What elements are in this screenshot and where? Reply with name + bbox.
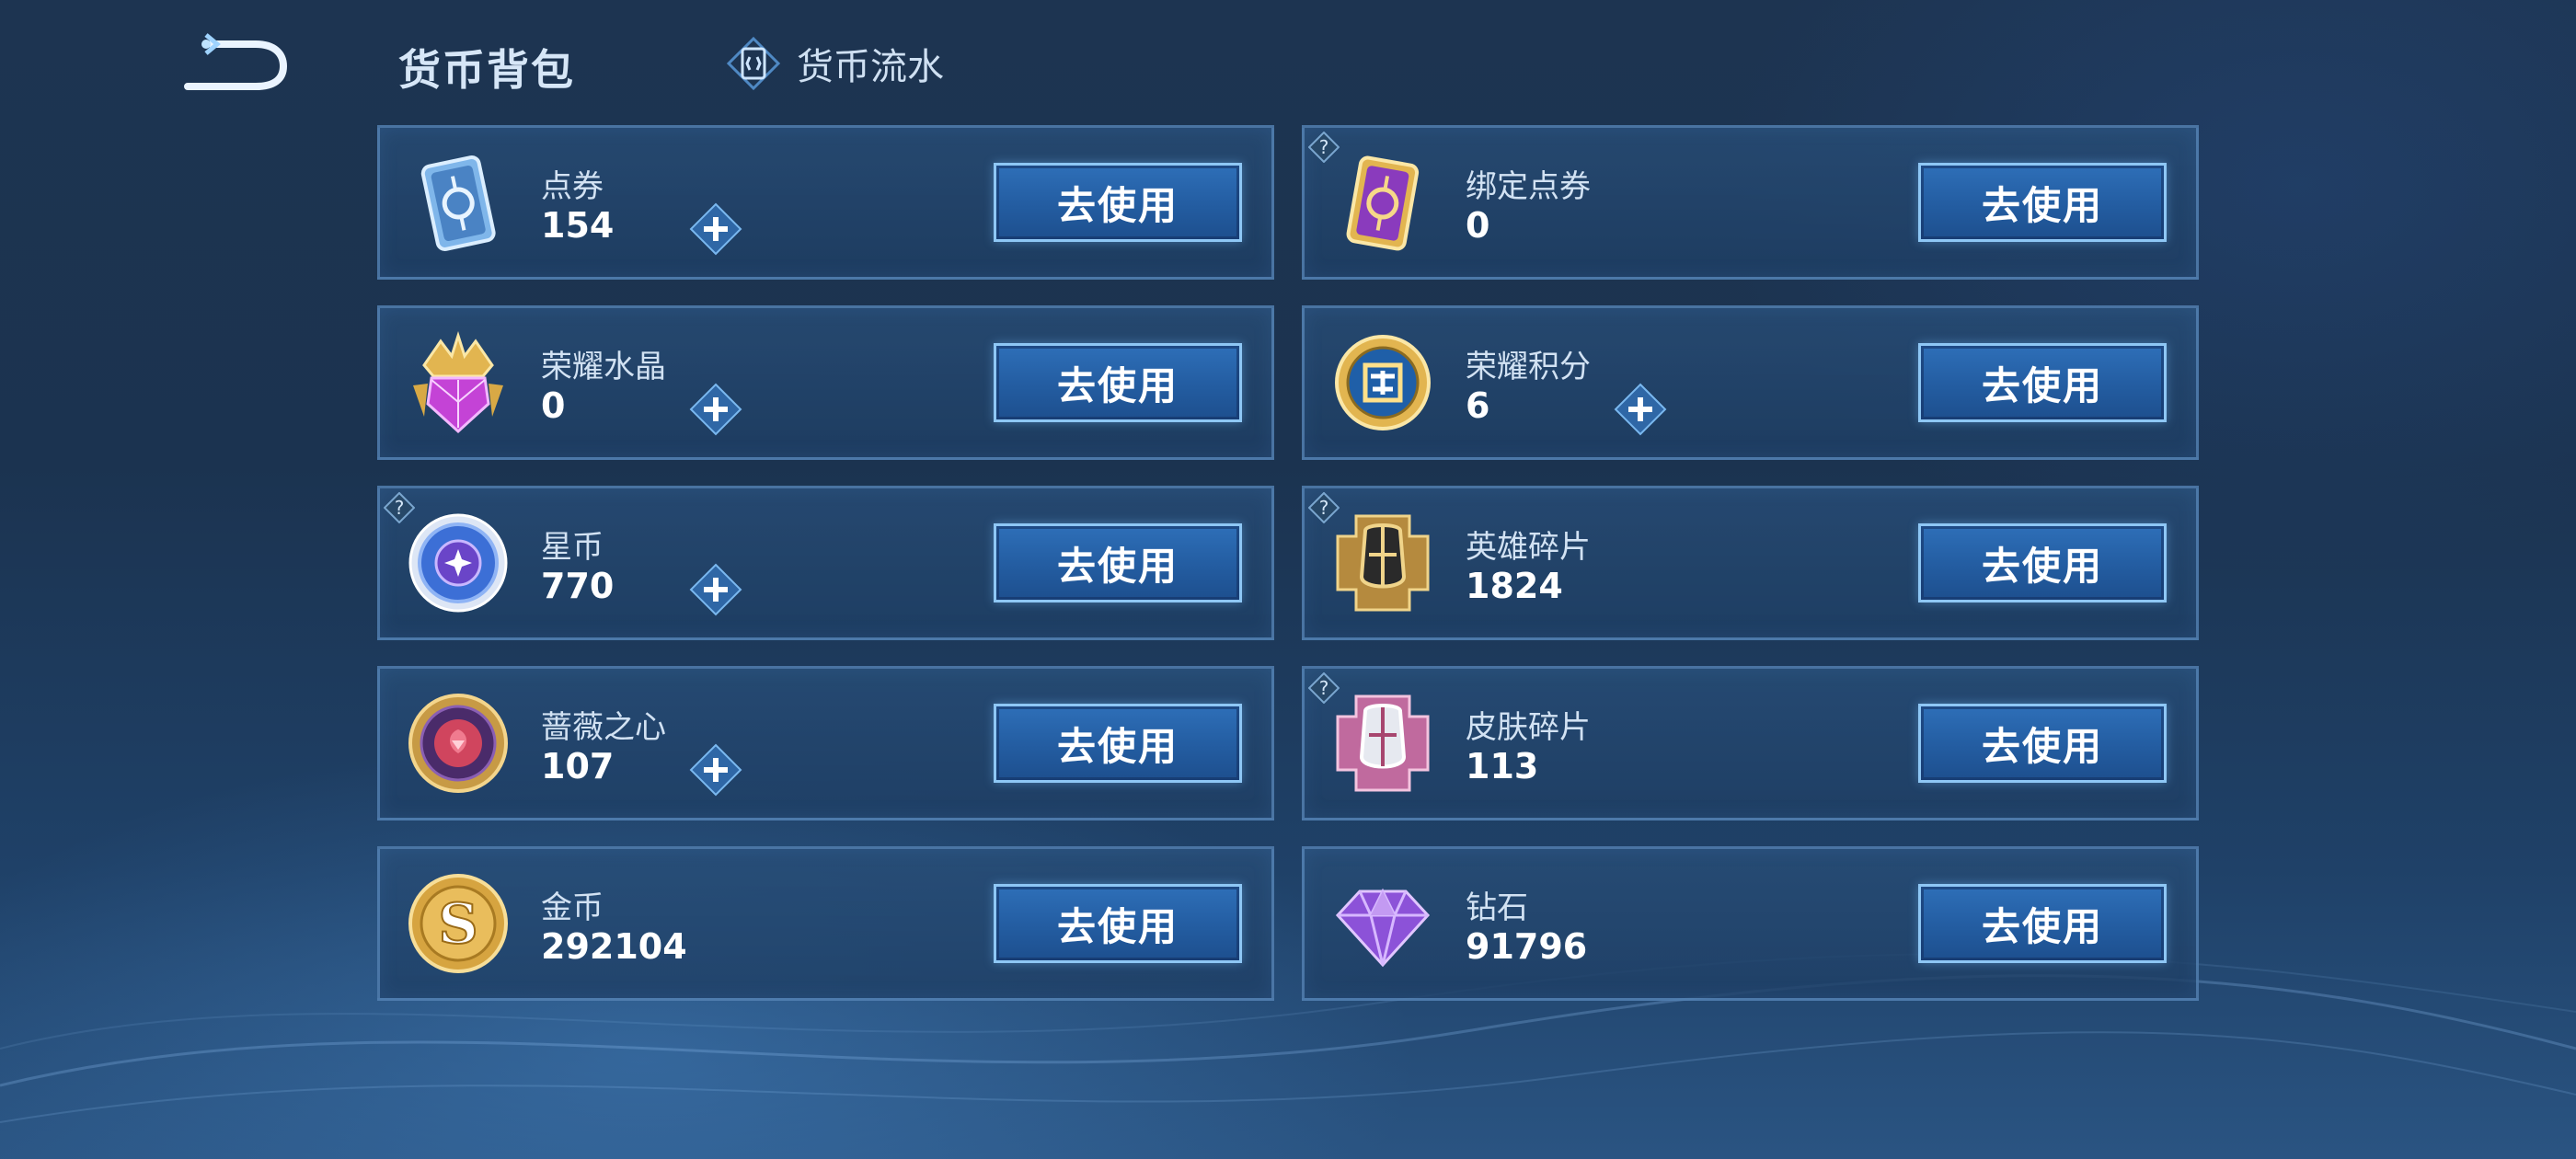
back-arrow-icon xyxy=(184,33,288,90)
currency-name: 钻石 xyxy=(1466,889,1528,926)
currency-card-glory-crystal: 荣耀水晶 0 去使用 xyxy=(377,305,1274,460)
star-coin-icon xyxy=(408,513,508,613)
currency-card-star-coin: ? 星币 770 去使用 xyxy=(377,486,1274,640)
currency-value: 0 xyxy=(541,385,566,426)
currency-value: 6 xyxy=(1466,385,1490,426)
currency-value: 107 xyxy=(541,746,615,786)
currency-card-bound-coupon: ? 绑定点券 0 去使用 xyxy=(1302,125,2199,280)
glory-points-icon xyxy=(1335,335,1431,430)
currency-name: 荣耀水晶 xyxy=(541,349,666,385)
use-button[interactable]: 去使用 xyxy=(994,884,1242,963)
use-button[interactable]: 去使用 xyxy=(994,704,1242,783)
svg-text:S: S xyxy=(438,892,477,957)
currency-flow-icon xyxy=(727,37,780,90)
currency-name: 星币 xyxy=(541,529,604,566)
add-rose-heart-button[interactable] xyxy=(688,742,743,798)
use-button[interactable]: 去使用 xyxy=(1918,523,2167,602)
currency-card-gold-coin: S 金币 292104 去使用 xyxy=(377,846,1274,1001)
glory-crystal-icon xyxy=(413,331,503,434)
currency-name: 绑定点券 xyxy=(1466,168,1591,205)
svg-text:?: ? xyxy=(1319,677,1329,699)
skin-fragment-icon xyxy=(1336,694,1430,792)
currency-name: 皮肤碎片 xyxy=(1466,709,1591,746)
svg-text:?: ? xyxy=(1319,136,1329,158)
page-title: 货币背包 xyxy=(398,45,575,95)
currency-card-coupon: 点券 154 去使用 xyxy=(377,125,1274,280)
add-glory-crystal-button[interactable] xyxy=(688,382,743,437)
currency-value: 0 xyxy=(1466,205,1490,246)
currency-card-hero-fragment: ? 英雄碎片 1824 去使用 xyxy=(1302,486,2199,640)
hero-fragment-icon xyxy=(1336,514,1430,612)
add-coupon-button[interactable] xyxy=(688,201,743,257)
currency-name: 点券 xyxy=(541,168,604,205)
bound-coupon-icon xyxy=(1346,155,1420,251)
currency-name: 英雄碎片 xyxy=(1466,529,1591,566)
use-button[interactable]: 去使用 xyxy=(994,523,1242,602)
currency-value: 113 xyxy=(1466,746,1539,786)
currency-card-skin-fragment: ? 皮肤碎片 113 去使用 xyxy=(1302,666,2199,820)
use-button[interactable]: 去使用 xyxy=(994,343,1242,422)
diamond-icon xyxy=(1335,888,1431,968)
currency-value: 91796 xyxy=(1466,926,1588,967)
currency-card-diamond: 钻石 91796 去使用 xyxy=(1302,846,2199,1001)
use-button[interactable]: 去使用 xyxy=(1918,163,2167,242)
tab-currency-flow-label: 货币流水 xyxy=(797,46,944,88)
currency-value: 292104 xyxy=(541,926,687,967)
currency-card-rose-heart: 蔷薇之心 107 去使用 xyxy=(377,666,1274,820)
use-button[interactable]: 去使用 xyxy=(994,163,1242,242)
add-star-coin-button[interactable] xyxy=(688,562,743,617)
use-button[interactable]: 去使用 xyxy=(1918,704,2167,783)
currency-name: 荣耀积分 xyxy=(1466,349,1591,385)
currency-name: 蔷薇之心 xyxy=(541,709,666,746)
coupon-icon xyxy=(420,155,496,251)
currency-value: 1824 xyxy=(1466,566,1563,606)
currency-value: 154 xyxy=(541,205,615,246)
use-button[interactable]: 去使用 xyxy=(1918,343,2167,422)
gold-coin-icon: S xyxy=(408,874,508,973)
currency-grid: 点券 154 去使用 ? 绑定点券 0 去使用 荣耀水晶 0 去使用 荣耀积分 … xyxy=(377,125,2199,1001)
currency-card-glory-points: 荣耀积分 6 去使用 xyxy=(1302,305,2199,460)
rose-heart-icon xyxy=(408,694,508,793)
tab-currency-flow[interactable]: 货币流水 xyxy=(727,33,944,94)
back-button[interactable] xyxy=(175,28,294,101)
add-glory-points-button[interactable] xyxy=(1613,382,1668,437)
svg-text:?: ? xyxy=(395,497,405,519)
currency-name: 金币 xyxy=(541,889,604,926)
currency-value: 770 xyxy=(541,566,615,606)
svg-text:?: ? xyxy=(1319,497,1329,519)
use-button[interactable]: 去使用 xyxy=(1918,884,2167,963)
